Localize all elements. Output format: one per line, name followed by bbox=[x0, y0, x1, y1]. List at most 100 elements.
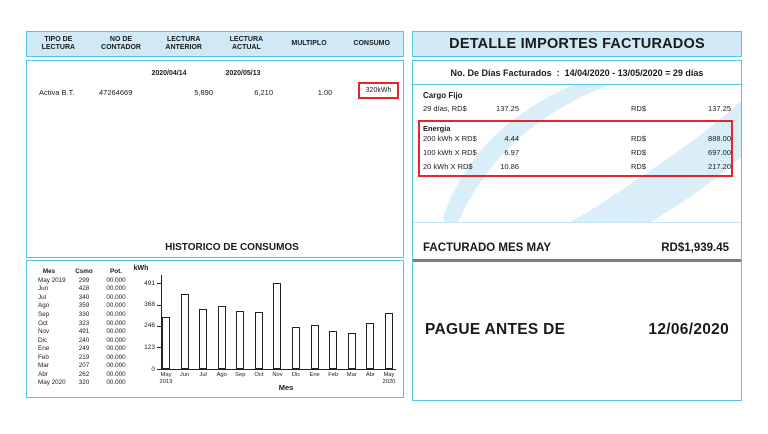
meter-header-col: LECTURAANTERIOR bbox=[152, 32, 215, 56]
cargo-fijo-currency: RD$ bbox=[631, 104, 646, 113]
chart-bar bbox=[366, 323, 374, 369]
detalle-title-text: DETALLE IMPORTES FACTURADOS bbox=[449, 36, 705, 52]
detalle-importes-panel: No. De Días Facturados : 14/04/2020 - 13… bbox=[412, 60, 742, 401]
history-table-cell: Sep bbox=[29, 311, 69, 318]
lectura-anterior-value: 5,890 bbox=[153, 88, 213, 97]
chart-y-tick-label: 491 bbox=[127, 280, 155, 287]
history-table-cell: 262 bbox=[69, 371, 99, 378]
history-table-cell: Dic bbox=[29, 337, 69, 344]
history-table-row: Ago35900.000 bbox=[29, 302, 135, 311]
chart-bar bbox=[385, 313, 393, 369]
dias-facturados-row: No. De Días Facturados : 14/04/2020 - 13… bbox=[413, 61, 741, 85]
meter-header-col: TIPO DELECTURA bbox=[27, 32, 90, 56]
chart-bar bbox=[218, 306, 226, 369]
history-table-cell: Feb bbox=[29, 354, 69, 361]
energia-heading: Energia bbox=[423, 124, 451, 133]
fecha-lectura-anterior: 2020/04/14 bbox=[139, 70, 199, 77]
facturado-amount: RD$1,939.45 bbox=[661, 242, 729, 254]
chart-bar bbox=[329, 331, 337, 369]
consumo-highlight-box: 320kWh bbox=[358, 82, 399, 99]
energia-row-label: 100 kWh X RD$ bbox=[423, 148, 477, 157]
history-table: MesCsmoPot.May 201929900.000Jun42800.000… bbox=[29, 266, 135, 387]
history-table-row: Oct32300.000 bbox=[29, 319, 135, 328]
historico-panel: MesCsmoPot.May 201929900.000Jun42800.000… bbox=[26, 260, 404, 398]
history-table-cell: 330 bbox=[69, 311, 99, 318]
energia-row-rate: 10.86 bbox=[473, 162, 519, 171]
cargo-fijo-amount: 137.25 bbox=[651, 104, 731, 113]
energia-row: 200 kWh X RD$4.44RD$888.00 bbox=[413, 134, 741, 144]
history-table-row: Feb21900.000 bbox=[29, 353, 135, 362]
history-table-cell: Jul bbox=[29, 294, 69, 301]
history-table-cell: 299 bbox=[69, 277, 99, 284]
meter-header-col: NO DECONTADOR bbox=[90, 32, 153, 56]
history-table-header-row: MesCsmoPot. bbox=[29, 266, 135, 276]
history-table-cell: 323 bbox=[69, 320, 99, 327]
pague-date: 12/06/2020 bbox=[648, 321, 729, 339]
history-table-cell: 428 bbox=[69, 285, 99, 292]
history-table-cell: Jun bbox=[29, 285, 69, 292]
dias-facturados-separator: : bbox=[557, 68, 560, 78]
cargo-fijo-row: 29 días, RD$ 137.25 RD$ 137.25 bbox=[413, 104, 741, 114]
history-table-cell: 320 bbox=[69, 379, 99, 386]
meter-header-col: LECTURAACTUAL bbox=[215, 32, 278, 56]
pague-label: PAGUE ANTES DE bbox=[425, 321, 565, 339]
chart-bar bbox=[199, 309, 207, 369]
history-table-cell: Mar bbox=[29, 362, 69, 369]
history-table-cell: Nov bbox=[29, 328, 69, 335]
chart-bar bbox=[311, 325, 319, 369]
chart-x-axis-line bbox=[161, 369, 396, 370]
tipo-lectura-value: Activa B.T. bbox=[39, 88, 74, 97]
meter-table-header: TIPO DELECTURANO DECONTADORLECTURAANTERI… bbox=[26, 31, 404, 57]
meter-header-col: CONSUMO bbox=[340, 32, 403, 56]
energia-row-currency: RD$ bbox=[631, 134, 646, 143]
energia-row-amount: 217.20 bbox=[651, 162, 731, 171]
history-table-cell: 00.000 bbox=[99, 379, 133, 386]
history-table-row: May 201929900.000 bbox=[29, 276, 135, 285]
fecha-lectura-actual: 2020/05/13 bbox=[213, 70, 273, 77]
history-table-cell: 249 bbox=[69, 345, 99, 352]
history-table-row: Ene24900.000 bbox=[29, 344, 135, 353]
chart-y-tick-mark bbox=[157, 326, 161, 327]
chart-bar bbox=[181, 294, 189, 369]
dias-facturados-label: No. De Días Facturados bbox=[451, 68, 552, 78]
meter-readings-panel: 2020/04/14 2020/05/13 Activa B.T. 472646… bbox=[26, 60, 404, 258]
history-table-cell: May 2019 bbox=[29, 277, 69, 284]
chart-y-tick-mark bbox=[157, 305, 161, 306]
history-table-cell: 359 bbox=[69, 302, 99, 309]
history-table-row: Nov49100.000 bbox=[29, 327, 135, 336]
chart-x-tick-label: May2020 bbox=[374, 372, 404, 385]
history-table-cell: Ene bbox=[29, 345, 69, 352]
chart-x-axis-label: Mes bbox=[251, 383, 321, 392]
energia-row-label: 20 kWh X RD$ bbox=[423, 162, 473, 171]
history-table-row: Jun42800.000 bbox=[29, 285, 135, 294]
history-table-row: Dic24000.000 bbox=[29, 336, 135, 345]
consumo-value: 320kWh bbox=[366, 87, 392, 94]
history-table-cell: 219 bbox=[69, 354, 99, 361]
cargo-fijo-heading: Cargo Fijo bbox=[423, 91, 463, 100]
history-table-header-cell: Mes bbox=[29, 268, 69, 275]
history-table-row: Jul34000.000 bbox=[29, 293, 135, 302]
chart-bar bbox=[292, 327, 300, 369]
history-table-cell: 00.000 bbox=[99, 354, 133, 361]
meter-header-col: MULTIPLO bbox=[278, 32, 341, 56]
history-table-row: Sep33000.000 bbox=[29, 310, 135, 319]
cargo-fijo-label: 29 días, RD$ bbox=[423, 104, 467, 113]
history-table-cell: 00.000 bbox=[99, 337, 133, 344]
energia-row-amount: 888.00 bbox=[651, 134, 731, 143]
chart-bar bbox=[255, 312, 263, 369]
energia-row-currency: RD$ bbox=[631, 148, 646, 157]
history-table-cell: Oct bbox=[29, 320, 69, 327]
history-table-cell: 00.000 bbox=[99, 311, 133, 318]
chart-bar bbox=[162, 317, 170, 369]
detalle-body: Cargo Fijo 29 días, RD$ 137.25 RD$ 137.2… bbox=[413, 85, 741, 223]
history-table-cell: 00.000 bbox=[99, 294, 133, 301]
historico-title: HISTORICO DE CONSUMOS bbox=[142, 242, 322, 253]
chart-y-tick-mark bbox=[157, 347, 161, 348]
cargo-fijo-rate: 137.25 bbox=[473, 104, 519, 113]
chart-y-tick-label: 368 bbox=[127, 301, 155, 308]
chart-y-tick-mark bbox=[157, 283, 161, 284]
facturado-label: FACTURADO MES MAY bbox=[423, 242, 551, 254]
no-contador-value: 47264669 bbox=[99, 88, 132, 97]
chart-bar bbox=[273, 283, 281, 369]
history-table-row: Abr26200.000 bbox=[29, 370, 135, 379]
